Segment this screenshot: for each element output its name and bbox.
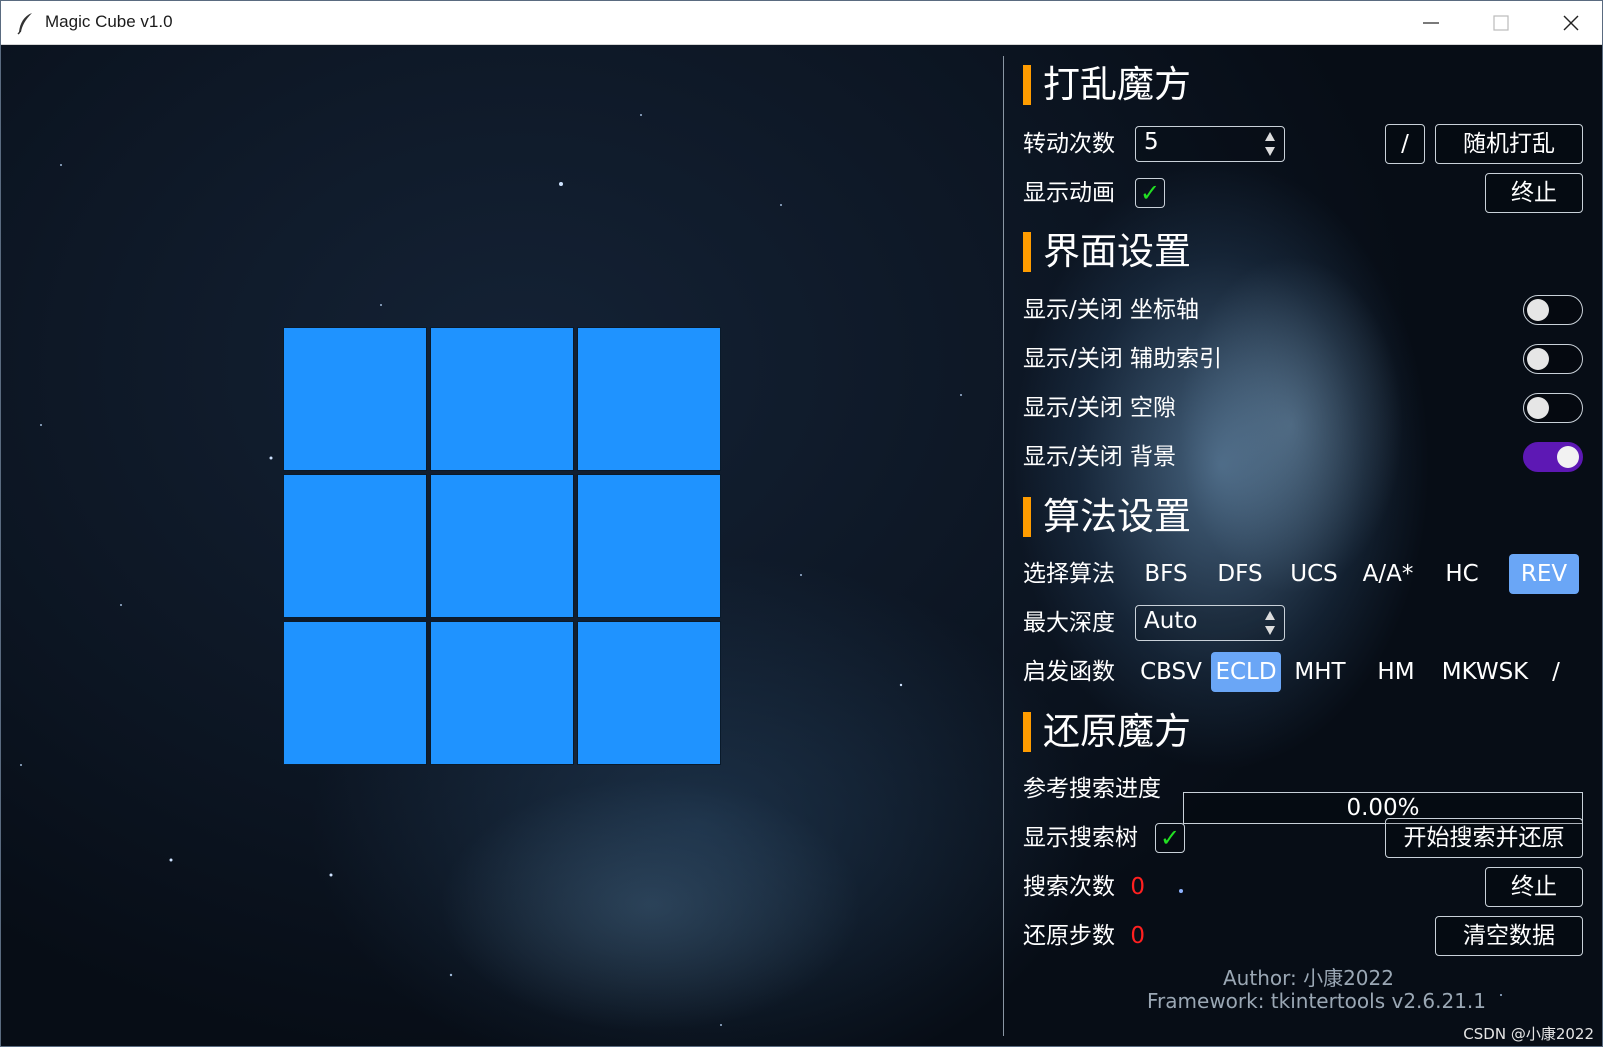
solve-stop-button[interactable]: 终止 — [1485, 867, 1583, 907]
feather-icon — [17, 13, 32, 35]
heuristic-label: 启发函数 — [1023, 659, 1115, 685]
toggle-label-background: 显示/关闭 背景 — [1023, 444, 1177, 470]
close-icon — [1563, 15, 1579, 31]
search-count-label: 搜索次数 0 — [1023, 872, 1145, 902]
cube-cell — [283, 621, 427, 765]
checkmark-icon: ✓ — [1139, 179, 1161, 207]
start-solve-button[interactable]: 开始搜索并还原 — [1385, 818, 1583, 858]
main-canvas: 打乱魔方 转动次数 5 / 随机打乱 显示动画 ✓ 终止 界面设置 显示/关闭 … — [1, 45, 1602, 1046]
minimize-button[interactable] — [1396, 1, 1466, 45]
cube-cell — [283, 327, 427, 471]
toggle-label-axes: 显示/关闭 坐标轴 — [1023, 297, 1200, 323]
toggle-label-gap: 显示/关闭 空隙 — [1023, 395, 1177, 421]
minimize-icon — [1423, 22, 1439, 24]
search-count-value: 0 — [1130, 874, 1145, 900]
toggle-axes[interactable] — [1523, 295, 1583, 325]
cube-cell — [577, 621, 721, 765]
title-bar[interactable]: Magic Cube v1.0 — [1, 1, 1602, 45]
spin-arrows-icon[interactable] — [1264, 130, 1276, 158]
steps-value: 0 — [1130, 923, 1145, 949]
panel-divider — [1003, 56, 1004, 1036]
author-text: Author: 小康2022 — [1223, 966, 1394, 990]
cube-face — [283, 327, 721, 765]
scramble-slash-button[interactable]: / — [1385, 124, 1425, 164]
toggle-knob — [1527, 299, 1549, 321]
close-button[interactable] — [1536, 1, 1602, 45]
section-title-interface: 界面设置 — [1043, 230, 1191, 273]
section-title-algorithm: 算法设置 — [1043, 495, 1191, 538]
toggle-index[interactable] — [1523, 344, 1583, 374]
section-marker — [1023, 712, 1031, 752]
heuristic-option-none[interactable]: / — [1541, 652, 1571, 692]
steps-text: 还原步数 — [1023, 923, 1115, 949]
progress-label: 参考搜索进度 — [1023, 776, 1161, 802]
search-tree-checkbox[interactable]: ✓ — [1155, 823, 1185, 853]
steps-label: 还原步数 0 — [1023, 921, 1145, 951]
toggle-background[interactable] — [1523, 442, 1583, 472]
clear-data-button[interactable]: 清空数据 — [1435, 916, 1583, 956]
algorithm-option-dfs[interactable]: DFS — [1209, 554, 1271, 594]
cube-cell — [577, 327, 721, 471]
heuristic-option-mht[interactable]: MHT — [1285, 652, 1355, 692]
turns-spinbox[interactable]: 5 — [1135, 126, 1285, 162]
random-scramble-button[interactable]: 随机打乱 — [1435, 124, 1583, 164]
cube-cell — [430, 327, 574, 471]
cube-cell — [577, 474, 721, 618]
section-marker — [1023, 65, 1031, 105]
depth-value: Auto — [1144, 608, 1198, 634]
spin-arrows-icon[interactable] — [1264, 609, 1276, 637]
toggle-gap[interactable] — [1523, 393, 1583, 423]
control-panel: 打乱魔方 转动次数 5 / 随机打乱 显示动画 ✓ 终止 界面设置 显示/关闭 … — [1023, 45, 1583, 1045]
algorithm-option-astar[interactable]: A/A* — [1357, 554, 1419, 594]
app-window: Magic Cube v1.0 打乱魔方 转动次数 5 / 随机打乱 显示动画 … — [0, 0, 1603, 1047]
search-tree-label: 显示搜索树 — [1023, 825, 1138, 851]
turns-label: 转动次数 — [1023, 131, 1115, 157]
maximize-icon — [1493, 15, 1509, 31]
scramble-stop-button[interactable]: 终止 — [1485, 173, 1583, 213]
animation-checkbox[interactable]: ✓ — [1135, 178, 1165, 208]
checkmark-icon: ✓ — [1159, 824, 1181, 852]
framework-text: Framework: tkintertools v2.6.21.1 — [1147, 989, 1487, 1013]
section-title-scramble: 打乱魔方 — [1043, 63, 1191, 106]
heuristic-option-hm[interactable]: HM — [1361, 652, 1431, 692]
toggle-knob — [1527, 397, 1549, 419]
section-marker — [1023, 497, 1031, 537]
animation-label: 显示动画 — [1023, 180, 1115, 206]
toggle-knob — [1557, 446, 1579, 468]
heuristic-option-mkwsk[interactable]: MKWSK — [1435, 652, 1535, 692]
algorithm-option-hc[interactable]: HC — [1431, 554, 1493, 594]
depth-spinbox[interactable]: Auto — [1135, 605, 1285, 641]
maximize-button[interactable] — [1466, 1, 1536, 45]
depth-label: 最大深度 — [1023, 610, 1115, 636]
section-marker — [1023, 232, 1031, 272]
search-count-text: 搜索次数 — [1023, 874, 1115, 900]
cube-cell — [430, 621, 574, 765]
toggle-knob — [1527, 348, 1549, 370]
algorithm-option-rev[interactable]: REV — [1509, 554, 1579, 594]
cube-cell — [430, 474, 574, 618]
section-title-solve: 还原魔方 — [1043, 710, 1191, 753]
heuristic-option-cbsv[interactable]: CBSV — [1135, 652, 1207, 692]
heuristic-option-ecld[interactable]: ECLD — [1211, 652, 1281, 692]
toggle-label-index: 显示/关闭 辅助索引 — [1023, 346, 1223, 372]
turns-value: 5 — [1144, 129, 1159, 155]
watermark: CSDN @小康2022 — [1463, 1025, 1594, 1043]
window-title: Magic Cube v1.0 — [45, 12, 173, 31]
algorithm-option-ucs[interactable]: UCS — [1283, 554, 1345, 594]
algorithm-label: 选择算法 — [1023, 561, 1115, 587]
cube-cell — [283, 474, 427, 618]
algorithm-option-bfs[interactable]: BFS — [1135, 554, 1197, 594]
